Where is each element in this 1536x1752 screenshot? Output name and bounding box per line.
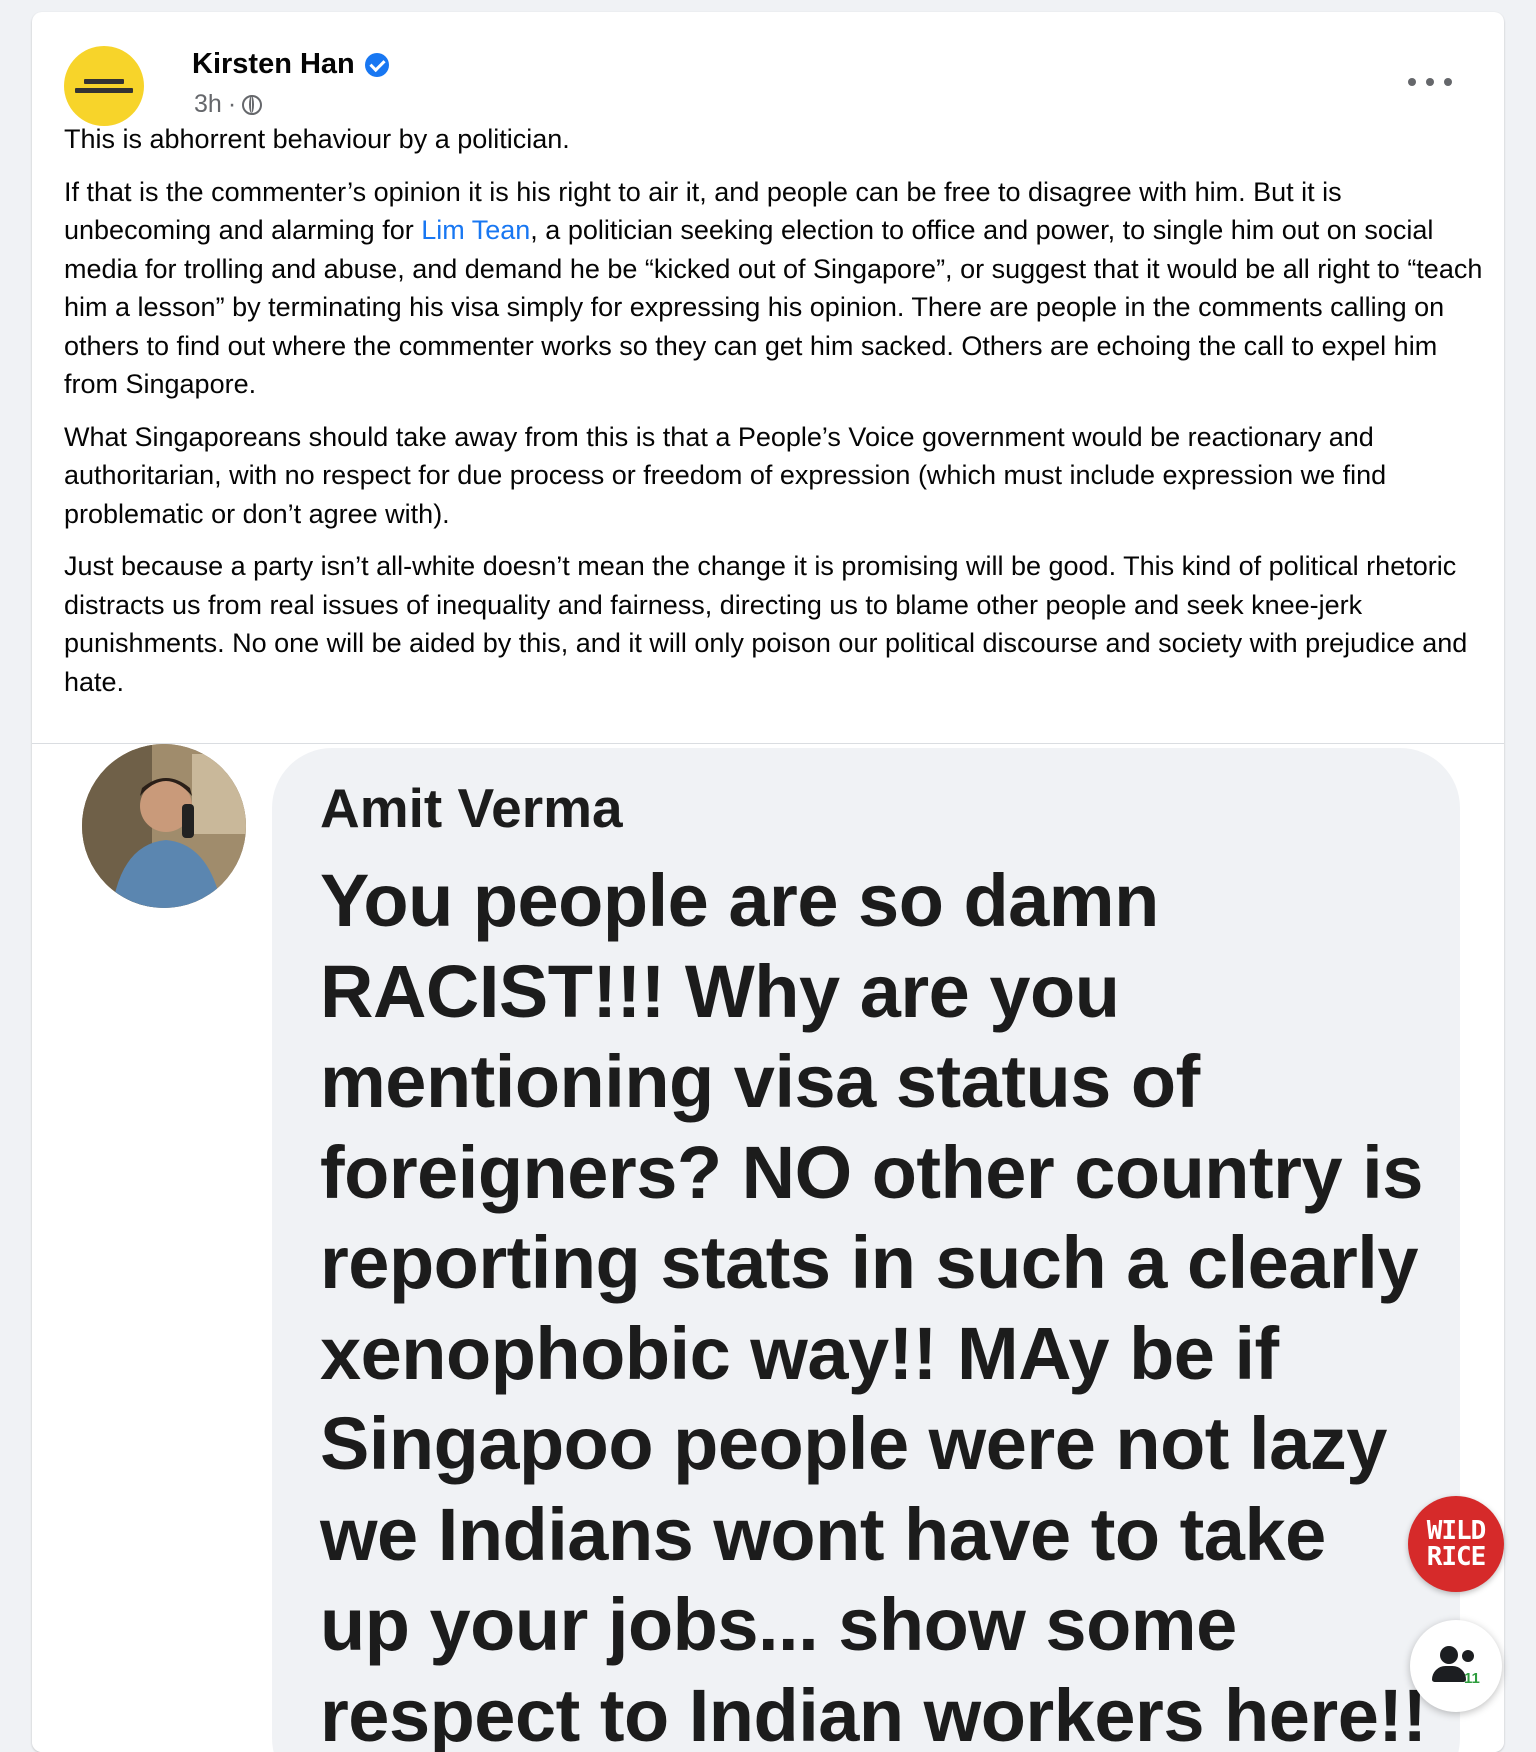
comment-bubble: Amit Verma You people are so damn RACIST… xyxy=(272,748,1460,1752)
commenter-photo xyxy=(82,744,246,908)
post-card: Kirsten Han 3h · This is abhorrent behav… xyxy=(32,12,1504,1752)
post-meta: 3h · xyxy=(194,90,263,119)
avatar-graphic-line xyxy=(84,79,124,84)
author-name[interactable]: Kirsten Han xyxy=(192,48,355,81)
commenter-avatar xyxy=(82,744,246,908)
comment-author: Amit Verma xyxy=(320,777,623,839)
people-icon xyxy=(1440,1646,1458,1664)
post-header: Kirsten Han 3h · xyxy=(64,36,1472,126)
post-paragraph: This is abhorrent behaviour by a politic… xyxy=(64,124,570,154)
post-image[interactable]: Amit Verma You people are so damn RACIST… xyxy=(32,744,1504,1752)
people-count: 11 xyxy=(1464,1670,1480,1687)
badge-line: WILD xyxy=(1426,1516,1487,1546)
author-line: Kirsten Han xyxy=(192,48,389,81)
more-options-button[interactable] xyxy=(1408,72,1452,92)
author-avatar[interactable] xyxy=(64,46,144,126)
more-options-icon-dot xyxy=(1408,78,1416,86)
verified-badge-icon xyxy=(364,52,389,77)
post-timestamp[interactable]: 3h xyxy=(194,90,222,119)
more-options-icon-dot xyxy=(1444,78,1452,86)
post-body: This is abhorrent behaviour by a politic… xyxy=(64,120,1484,715)
more-options-icon-dot xyxy=(1426,78,1434,86)
people-button[interactable]: 11 xyxy=(1410,1620,1502,1712)
globe-icon[interactable] xyxy=(242,94,263,115)
people-icon-secondary xyxy=(1462,1650,1474,1662)
comment-text: You people are so damn RACIST!!! Why are… xyxy=(320,859,1427,1752)
post-paragraph: What Singaporeans should take away from … xyxy=(64,421,1387,529)
badge-line: RICE xyxy=(1426,1542,1487,1572)
wild-rice-badge[interactable]: WILD RICE xyxy=(1408,1496,1504,1592)
avatar-graphic-line xyxy=(75,88,133,93)
meta-separator: · xyxy=(227,90,237,118)
people-icon-body xyxy=(1432,1666,1466,1682)
mention-link[interactable]: Lim Tean xyxy=(421,215,530,245)
post-paragraph: If that is the commenter’s opinion it is… xyxy=(64,173,1484,404)
post-paragraph: Just because a party isn’t all-white doe… xyxy=(64,551,1468,697)
